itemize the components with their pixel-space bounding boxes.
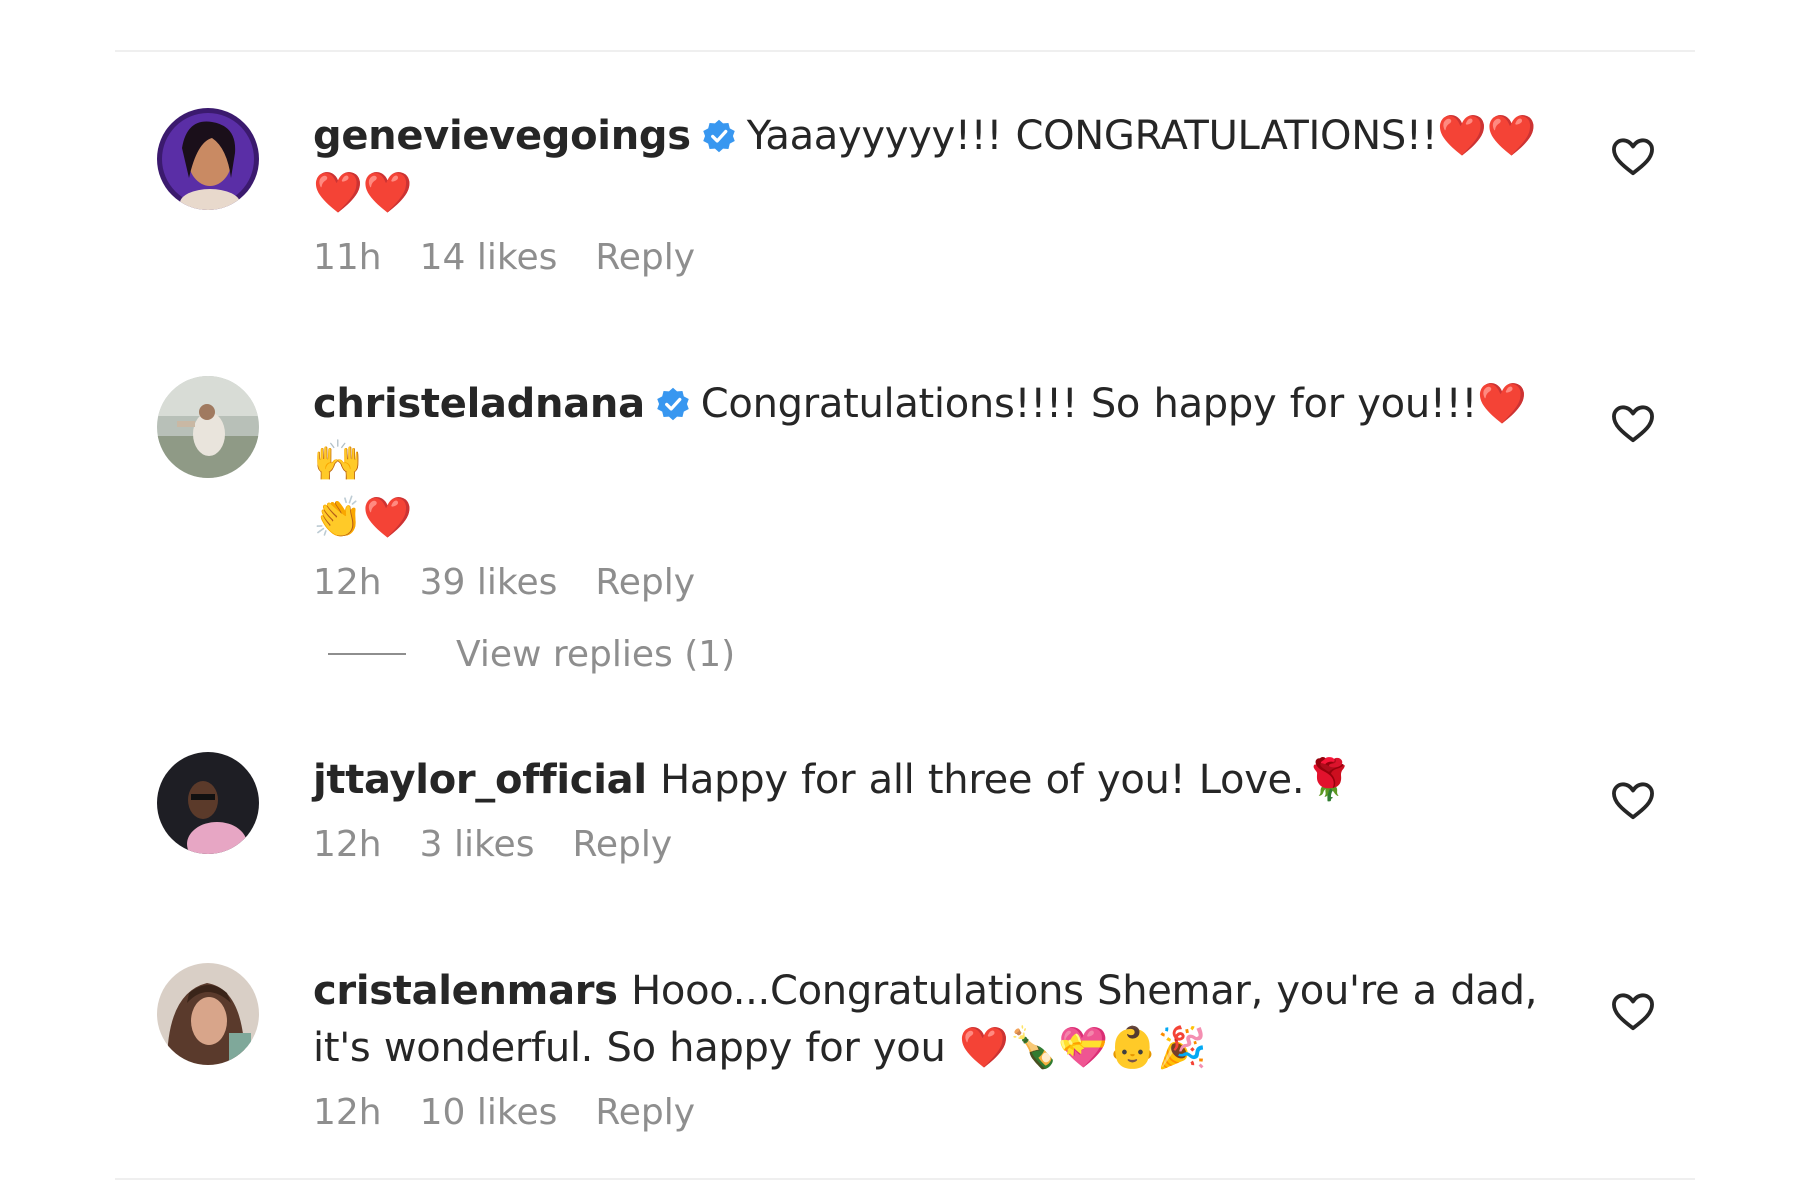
comment-text: genevievegoings Yaaayyyyy!!! CONGRATULATI… [313, 108, 1563, 222]
comment-time[interactable]: 12h [313, 1091, 382, 1135]
comment-meta: 12h 39 likes Reply [313, 561, 1563, 605]
avatar[interactable] [157, 108, 259, 210]
comment-username[interactable]: cristalenmars [313, 968, 618, 1014]
comment-emojis-continued: ❤️❤️ [313, 170, 413, 216]
comment-emojis: ❤️🍾💝👶🎉 [958, 1025, 1207, 1071]
reply-button[interactable]: Reply [595, 561, 695, 605]
comment-likes[interactable]: 39 likes [420, 561, 558, 605]
comment-likes[interactable]: 10 likes [420, 1091, 558, 1135]
comment-text: christeladnana Congratulations!!!! So hap… [313, 376, 1563, 547]
heart-outline-icon[interactable] [1610, 137, 1656, 177]
comment-emojis: ❤️❤️ [1437, 113, 1537, 159]
view-replies-label: View replies (1) [456, 633, 736, 675]
heart-outline-icon[interactable] [1610, 404, 1656, 444]
comment-likes[interactable]: 3 likes [420, 823, 535, 867]
avatar[interactable] [157, 963, 259, 1065]
comment-time[interactable]: 12h [313, 823, 382, 867]
reply-button[interactable]: Reply [572, 823, 672, 867]
comment-meta: 12h 3 likes Reply [313, 823, 1563, 867]
comment-username[interactable]: jttaylor_official [313, 757, 647, 803]
comment-text: cristalenmars Hooo...Congratulations She… [313, 963, 1563, 1077]
heart-outline-icon[interactable] [1610, 992, 1656, 1032]
comment-text: jttaylor_official Happy for all three of… [313, 752, 1563, 809]
comment-emojis: 🌹 [1304, 757, 1354, 803]
verified-badge-icon [657, 387, 689, 421]
comment-time[interactable]: 12h [313, 561, 382, 605]
avatar[interactable] [157, 752, 259, 854]
comment-username[interactable]: genevievegoings [313, 113, 691, 159]
heart-outline-icon[interactable] [1610, 781, 1656, 821]
comment-body: Happy for all three of you! Love. [660, 757, 1305, 803]
comment-body: Yaaayyyyy!!! CONGRATULATIONS!! [746, 113, 1438, 159]
comment-username[interactable]: christeladnana [313, 381, 645, 427]
view-replies-line [328, 653, 406, 655]
comment-meta: 11h 14 likes Reply [313, 236, 1563, 280]
top-divider [115, 50, 1695, 52]
comment-body: Congratulations!!!! So happy for you!!! [700, 381, 1478, 427]
comment-likes[interactable]: 14 likes [420, 236, 558, 280]
comment-meta: 12h 10 likes Reply [313, 1091, 1563, 1135]
comment-emojis-continued: 👏❤️ [313, 495, 413, 541]
comment-time[interactable]: 11h [313, 236, 382, 280]
reply-button[interactable]: Reply [595, 236, 695, 280]
reply-button[interactable]: Reply [595, 1091, 695, 1135]
view-replies-button[interactable]: View replies (1) [328, 632, 735, 676]
verified-badge-icon [702, 119, 735, 153]
bottom-divider [115, 1178, 1695, 1180]
avatar[interactable] [157, 376, 259, 478]
